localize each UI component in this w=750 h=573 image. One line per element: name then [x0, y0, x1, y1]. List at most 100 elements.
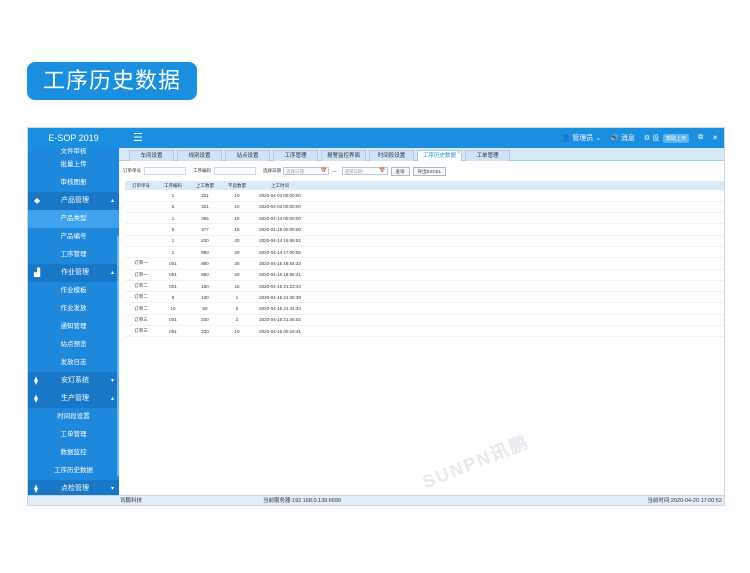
- table-cell: 2020-04-15 18:55:41: [253, 269, 307, 281]
- sidebar-item-work-template[interactable]: 作业模板: [28, 282, 119, 300]
- user-menu[interactable]: 👤 管理员 ⌄: [562, 133, 602, 143]
- table-cell: 2020-04-15 21:41:34: [253, 302, 307, 315]
- box-icon: ◆: [34, 196, 41, 205]
- col-order[interactable]: 订单单号: [125, 181, 157, 190]
- chevron-up-icon: ▴: [110, 198, 114, 204]
- settings-button[interactable]: ⚙ 设帮助上传: [644, 133, 690, 143]
- table-cell: 订单一: [125, 269, 157, 281]
- chevron-up-icon: ▴: [110, 396, 114, 402]
- sidebar-group-andon[interactable]: ⧫ 安灯系统 ▾: [28, 372, 119, 390]
- table-cell: 20: [221, 235, 253, 247]
- table-row[interactable]: 1 880 20 2020-04-14 17:00:05: [125, 246, 724, 259]
- close-icon[interactable]: ×: [457, 148, 460, 159]
- app-brand: E-SOP 2019: [48, 133, 99, 143]
- calendar-icon: 📅: [379, 168, 386, 174]
- sidebar-item-station-preview[interactable]: 站点预览: [28, 336, 119, 354]
- hamburger-icon[interactable]: ☰: [133, 128, 143, 148]
- table-row[interactable]: 订单二 10 50 0 2020-04-15 21:41:34: [125, 302, 724, 315]
- sidebar-group-product[interactable]: ◆ 产品管理 ▴: [28, 192, 119, 210]
- table-cell: 1: [221, 291, 253, 304]
- table-row[interactable]: 1 230 20 2020-04-14 16:59:52: [125, 235, 724, 247]
- sidebar-item-dispatch-log[interactable]: 发放日志: [28, 354, 119, 372]
- tab-station[interactable]: 站点设置: [225, 150, 270, 161]
- sidebar-item-product-number[interactable]: 产品编号: [28, 228, 119, 246]
- table-cell-filler: [307, 212, 724, 225]
- help-badge[interactable]: 帮助上传: [663, 133, 690, 143]
- table-cell: 15: [221, 223, 253, 236]
- sidebar-item-work-dispatch[interactable]: 作业发放: [28, 300, 119, 318]
- table-cell-filler: [307, 201, 724, 214]
- table-cell: 20: [221, 246, 253, 259]
- sidebar-item-notice-mgmt[interactable]: 通知管理: [28, 318, 119, 336]
- calendar-icon: 📅: [320, 168, 327, 174]
- sidebar-group-production[interactable]: ⧫ 生产管理 ▴: [28, 390, 119, 408]
- table-cell: 100: [189, 291, 221, 304]
- col-filler: [307, 181, 724, 190]
- table-cell: [125, 212, 157, 225]
- table-cell: 321: [189, 201, 221, 214]
- table-cell: [125, 190, 157, 202]
- table-cell: 2020-04-15 21:23:34: [253, 280, 307, 293]
- messages-button[interactable]: 🔊 消息: [610, 133, 635, 143]
- table-row[interactable]: 订单一 001 880 20 2020-04-15 18:55:41: [125, 269, 724, 281]
- table-cell-filler: [307, 235, 724, 247]
- col-time[interactable]: 上工时间: [253, 181, 307, 190]
- tab-line[interactable]: 线别设置: [177, 150, 222, 161]
- table-cell: 2020-04-15 21:45:39: [253, 291, 307, 304]
- table-row[interactable]: 订单三 001 230 10 2020-04-16 00:19:41: [125, 325, 724, 338]
- sidebar-item-work-order[interactable]: 工单管理: [28, 426, 119, 444]
- process-input[interactable]: [214, 167, 256, 175]
- table-cell: 880: [189, 257, 221, 270]
- table-cell: 订单二: [125, 280, 157, 293]
- tab-bar: 车间设置 线别设置 站点设置 工序管理 报警监控界面 时间段设置 工序历史数据 ×…: [119, 148, 724, 161]
- table-cell: 230: [189, 314, 221, 327]
- sidebar-item-review-album[interactable]: 审核图册: [28, 174, 119, 192]
- sidebar-item-time-slot[interactable]: 时间段设置: [28, 408, 119, 426]
- tab-alarm-monitor[interactable]: 报警监控界面: [321, 150, 366, 161]
- table-cell: 20: [221, 269, 253, 281]
- col-qty[interactable]: 上工数量: [189, 181, 221, 190]
- query-button[interactable]: 查询: [390, 166, 410, 176]
- sidebar-item-product-type[interactable]: 产品类型: [28, 210, 119, 228]
- table-cell: 10: [221, 190, 253, 202]
- table-row[interactable]: 订单一 001 880 20 2020-04-15 18:54:33: [125, 257, 724, 270]
- table-cell: 8: [157, 291, 189, 304]
- order-label: 订单单号: [123, 168, 141, 173]
- table-cell-filler: [307, 257, 724, 270]
- sidebar-item-process-history[interactable]: 工序历史数据: [28, 462, 119, 480]
- table-cell: 880: [189, 269, 221, 281]
- table-row[interactable]: 1 321 10 2020-04-03 00:00:00: [125, 190, 724, 202]
- table-row[interactable]: 订单三 001 230 2 2020-04-15 21:46:02: [125, 314, 724, 327]
- tab-work-order[interactable]: 工单管理: [465, 150, 510, 161]
- sidebar-item-data-monitor[interactable]: 数据监控: [28, 444, 119, 462]
- table-row[interactable]: 5 377 15 2020-04-18 00:00:00: [125, 223, 724, 236]
- server-address: 当前服务器:192.168.0.139:6699: [263, 498, 341, 504]
- sidebar-group-inspect[interactable]: ⧫ 点检管理 ▾: [28, 480, 119, 495]
- date-end-input[interactable]: 选择日期 📅: [341, 167, 388, 175]
- tab-process[interactable]: 工序管理: [273, 150, 318, 161]
- tab-time-slot[interactable]: 时间段设置: [369, 150, 414, 161]
- table-cell: 1: [157, 235, 189, 247]
- restore-icon[interactable]: ⧉: [698, 134, 703, 142]
- sidebar-group-work[interactable]: ▟ 作业管理 ▴: [28, 264, 119, 282]
- table-row[interactable]: 订单二 8 100 1 2020-04-15 21:45:39: [125, 291, 724, 304]
- table-row[interactable]: 1 355 15 2020-04-14 00:00:00: [125, 212, 724, 225]
- sidebar-item-file-review[interactable]: 文件审核: [28, 148, 119, 156]
- sidebar-item-batch-upload[interactable]: 批量上传: [28, 156, 119, 174]
- table-row[interactable]: 订单二 001 150 15 2020-04-15 21:23:34: [125, 280, 724, 293]
- col-defect[interactable]: 不良数量: [221, 181, 253, 190]
- close-icon[interactable]: ✕: [712, 134, 718, 142]
- table-cell: 1: [157, 190, 189, 202]
- table-cell: 2: [221, 314, 253, 327]
- col-process[interactable]: 工序编码: [157, 181, 189, 190]
- table-cell: 2020-04-16 00:19:41: [253, 325, 307, 338]
- table-cell-filler: [307, 314, 724, 327]
- tab-process-history[interactable]: 工序历史数据 ×: [417, 150, 462, 161]
- order-input[interactable]: [144, 167, 186, 175]
- export-excel-button[interactable]: 导出EXCEL: [412, 166, 447, 176]
- date-start-input[interactable]: 选择日期 📅: [283, 167, 329, 175]
- sidebar-item-process-mgmt[interactable]: 工序管理: [28, 246, 119, 264]
- table-row[interactable]: 5 321 10 2020-04-03 00:00:00: [125, 201, 724, 214]
- table-cell: 001: [157, 325, 189, 338]
- tab-workshop[interactable]: 车间设置: [129, 150, 174, 161]
